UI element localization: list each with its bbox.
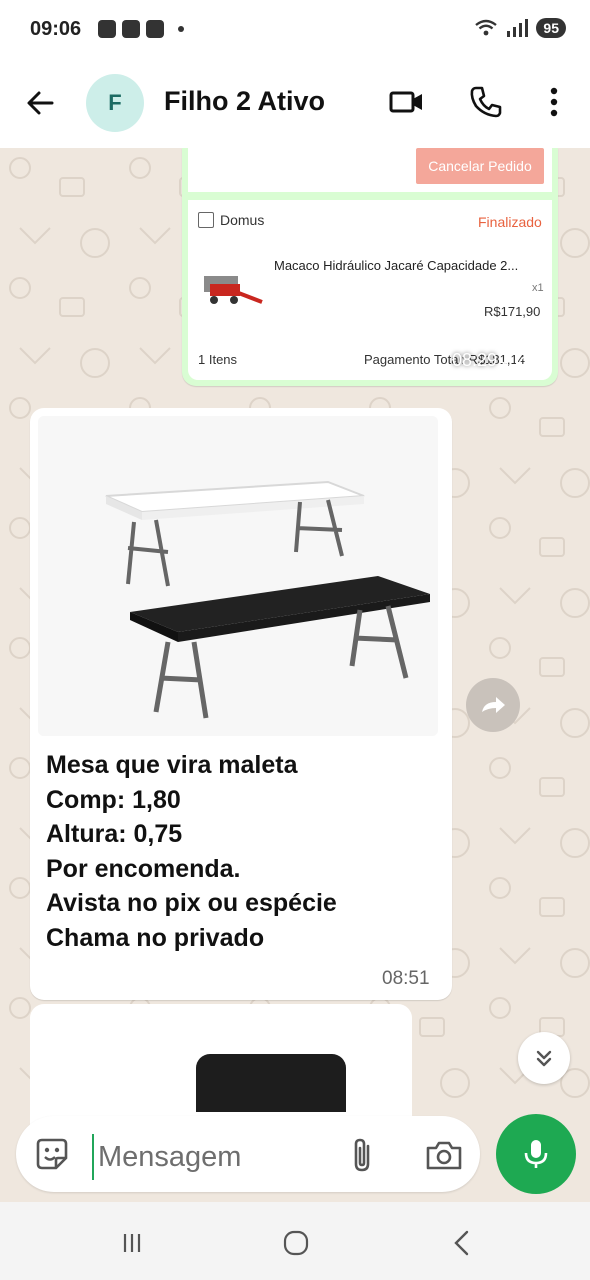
items-count: 1 Itens [198, 352, 238, 367]
signal-icon [507, 19, 529, 37]
status-bar: 09:06 95 [0, 0, 590, 64]
battery-indicator: 95 [536, 18, 566, 38]
home-button[interactable] [274, 1226, 318, 1260]
product-quantity: x1 [532, 282, 544, 294]
message-image[interactable] [38, 416, 438, 736]
status-notification-icons [98, 20, 184, 38]
order-status: Finalizado [478, 214, 542, 230]
chat-title[interactable]: Filho 2 Ativo [164, 86, 325, 117]
wifi-icon [475, 19, 498, 36]
more-options-button[interactable] [534, 82, 574, 122]
more-notifications-dot-icon [178, 26, 184, 32]
message-time: 08:51 [382, 968, 430, 989]
more-vert-icon [550, 87, 558, 117]
product-name: Macaco Hidráulico Jacaré Capacidade 2... [274, 258, 519, 273]
cancel-order-button[interactable]: Cancelar Pedido [416, 148, 544, 184]
read-check-icon: ✓✓ [500, 354, 527, 371]
recent-apps-icon [123, 1234, 141, 1252]
camera-icon[interactable] [424, 1138, 464, 1172]
system-navigation-bar [0, 1202, 590, 1280]
message-text: Mesa que vira maleta Comp: 1,80 Altura: … [46, 751, 337, 952]
forward-button[interactable] [466, 678, 520, 732]
home-icon [283, 1230, 309, 1256]
recent-apps-button[interactable] [110, 1226, 154, 1260]
video-call-icon [389, 91, 422, 113]
forward-icon [482, 697, 505, 713]
back-button[interactable] [440, 1226, 484, 1260]
folding-tables-image [38, 416, 438, 736]
chevrons-down-icon [536, 1050, 552, 1067]
scroll-to-bottom-button[interactable] [518, 1032, 570, 1084]
chat-header: F Filho 2 Ativo [0, 64, 590, 148]
app-notification-icon [122, 20, 140, 38]
message-input[interactable] [92, 1134, 330, 1180]
whatsapp-notification-icon [98, 20, 116, 38]
product-price: R$171,90 [484, 304, 541, 319]
phone-icon [470, 86, 502, 118]
message-time: 08:29 [452, 350, 498, 370]
paperclip-icon[interactable] [346, 1136, 380, 1174]
voice-message-button[interactable] [496, 1114, 576, 1194]
sticker-icon[interactable] [34, 1136, 70, 1172]
message-image[interactable] [196, 1054, 346, 1112]
product-image [204, 276, 263, 304]
avatar[interactable]: F [86, 74, 144, 132]
status-time: 09:06 [30, 18, 82, 40]
parking-notification-icon [146, 20, 164, 38]
store-icon [198, 212, 214, 228]
video-call-button[interactable] [386, 82, 426, 122]
voice-call-button[interactable] [466, 82, 506, 122]
microphone-icon [524, 1140, 548, 1168]
arrow-left-icon[interactable] [22, 84, 60, 122]
chevron-left-icon [454, 1230, 469, 1256]
store-name: Domus [220, 212, 265, 228]
